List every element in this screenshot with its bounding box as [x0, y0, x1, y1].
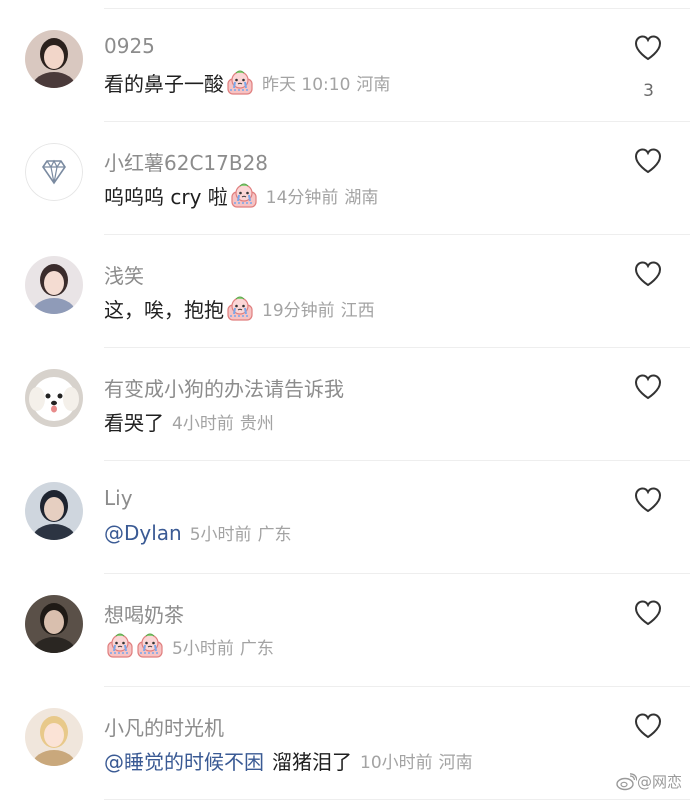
comment-item[interactable]: 有变成小狗的办法请告诉我看哭了 4小时前 贵州 — [0, 348, 690, 461]
username[interactable]: 有变成小狗的办法请告诉我 — [104, 373, 344, 402]
comment-item[interactable]: Liy @Dylan 5小时前 广东 — [0, 461, 690, 574]
avatar[interactable] — [25, 256, 83, 314]
crying-face-sticker-icon — [136, 633, 164, 659]
comment-location: 湖南 — [344, 188, 379, 208]
diamond-icon[interactable] — [25, 143, 83, 201]
like-count: 3 — [643, 81, 654, 101]
comment-time: 19分钟前 — [262, 301, 335, 321]
comment-body: @睡觉的时候不困 溜猪泪了 10小时前 河南 — [104, 746, 473, 775]
comment-item[interactable]: 浅笑这，唉，抱抱 19分钟前 江西 — [0, 235, 690, 348]
username[interactable]: 小红薯62C17B28 — [104, 147, 268, 176]
comment-body: 这，唉，抱抱 19分钟前 江西 — [104, 294, 375, 323]
username[interactable]: 0925 — [104, 34, 155, 58]
comment-item[interactable]: 0925 看的鼻子一酸 昨天 10:10 河南 3 — [0, 9, 690, 122]
comment-time: 5小时前 — [189, 525, 252, 545]
comment-item[interactable]: 小凡的时光机 @睡觉的时候不困 溜猪泪了 10小时前 河南 — [0, 687, 690, 800]
comment-body: 看哭了 4小时前 贵州 — [104, 407, 274, 436]
avatar[interactable] — [25, 482, 83, 540]
comment-location: 河南 — [356, 75, 391, 95]
comment-text: 这，唉，抱抱 — [104, 298, 224, 322]
comment-body: @Dylan 5小时前 广东 — [104, 520, 292, 546]
avatar[interactable] — [25, 369, 83, 427]
crying-face-sticker-icon — [226, 296, 254, 322]
comment-time: 昨天 10:10 — [262, 75, 351, 95]
weibo-icon — [616, 772, 637, 790]
comment-body: 5小时前 广东 — [104, 633, 274, 659]
heart-outline-icon[interactable] — [634, 487, 662, 513]
comment-body: 看的鼻子一酸 昨天 10:10 河南 — [104, 68, 390, 97]
comment-location: 广东 — [239, 638, 274, 659]
username[interactable]: 浅笑 — [104, 260, 144, 289]
comment-text: 看哭了 — [104, 411, 164, 435]
heart-outline-icon[interactable] — [634, 148, 662, 174]
heart-outline-icon[interactable] — [634, 374, 662, 400]
comment-item[interactable]: 小红薯62C17B28 呜呜呜 cry 啦 14分钟前 湖南 — [0, 122, 690, 235]
heart-outline-icon[interactable] — [634, 600, 662, 626]
comment-text: 溜猪泪了 — [272, 750, 352, 774]
heart-outline-icon[interactable] — [634, 713, 662, 739]
comment-time: 10小时前 — [360, 753, 433, 773]
comment-location: 河南 — [438, 753, 473, 773]
comment-location: 江西 — [340, 301, 375, 321]
comment-text: 呜呜呜 cry 啦 — [104, 185, 228, 209]
comment-text: 看的鼻子一酸 — [104, 72, 224, 96]
username[interactable]: Liy — [104, 486, 133, 510]
watermark: @网恋 — [615, 771, 682, 792]
comment-location: 贵州 — [239, 414, 274, 434]
heart-outline-icon[interactable] — [634, 261, 662, 287]
avatar[interactable] — [25, 708, 83, 766]
comment-body: 呜呜呜 cry 啦 14分钟前 湖南 — [104, 181, 378, 210]
mention-link[interactable]: @Dylan — [104, 521, 182, 545]
heart-outline-icon[interactable] — [634, 35, 662, 61]
crying-face-sticker-icon — [226, 70, 254, 96]
crying-face-sticker-icon — [230, 183, 258, 209]
username[interactable]: 想喝奶茶 — [104, 599, 184, 628]
comment-time: 5小时前 — [172, 638, 234, 659]
crying-face-sticker-icon — [106, 633, 134, 659]
mention-link[interactable]: @睡觉的时候不困 — [104, 746, 264, 775]
avatar[interactable] — [25, 30, 83, 88]
watermark-text: @网恋 — [636, 773, 682, 791]
comment-item[interactable]: 想喝奶茶 5小时前 广东 — [0, 574, 690, 687]
avatar[interactable] — [25, 595, 83, 653]
comment-location: 广东 — [257, 525, 292, 545]
comment-time: 14分钟前 — [265, 188, 339, 208]
username[interactable]: 小凡的时光机 — [104, 712, 224, 741]
comment-time: 4小时前 — [172, 414, 234, 434]
